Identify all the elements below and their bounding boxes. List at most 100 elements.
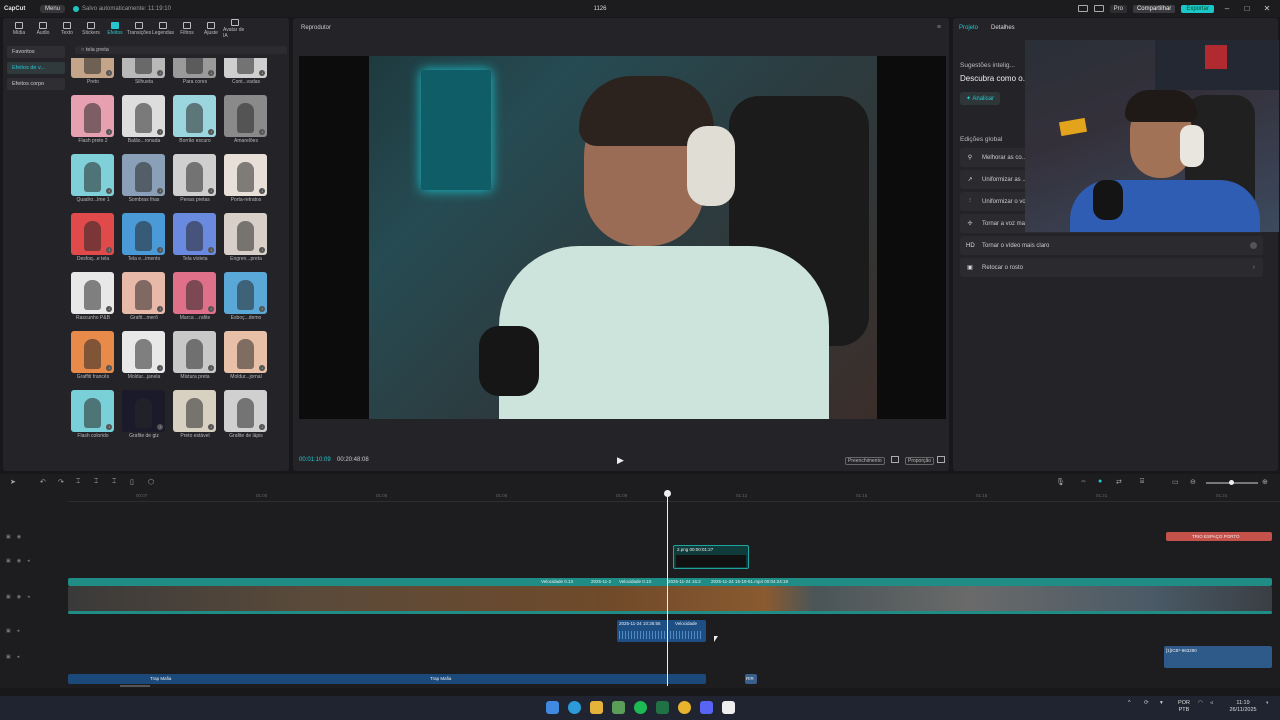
tool-tab-5[interactable]: Transições (127, 18, 151, 40)
tray-mic-icon[interactable]: ▾ (1160, 700, 1163, 707)
audio-icon[interactable]: ◂ (27, 558, 30, 564)
snap-icon[interactable]: ⇄ (1116, 478, 1122, 486)
tool-tab-3[interactable]: Stickers (79, 18, 103, 40)
effect-item[interactable]: ↓ Grafit...merô (122, 272, 166, 324)
timeline-scrollbar[interactable] (120, 685, 150, 687)
category-item[interactable]: Favoritos (7, 46, 65, 58)
download-icon[interactable]: ↓ (208, 247, 214, 253)
effect-item[interactable]: ↓ Tela e...imento (122, 213, 166, 265)
zoom-slider-knob[interactable] (1229, 480, 1234, 485)
share-button[interactable]: Compartilhar (1132, 4, 1176, 13)
shield-icon[interactable]: ⬡ (148, 478, 154, 486)
tab-details[interactable]: Detalhes (991, 25, 1015, 31)
download-icon[interactable]: ↓ (106, 247, 112, 253)
lock-icon[interactable]: ▣ (6, 654, 11, 660)
lock-icon[interactable]: ▣ (6, 534, 11, 540)
audio-icon[interactable]: ◂ (17, 654, 20, 660)
toggle-switch[interactable] (1250, 242, 1257, 249)
download-icon[interactable]: ↓ (208, 306, 214, 312)
effect-item[interactable]: ↓ Marca ...rafite (173, 272, 217, 324)
pro-button[interactable]: Pro (1109, 4, 1127, 13)
fill-button[interactable]: Preenchimento (845, 457, 885, 465)
effect-item[interactable]: ↓ Flash preto 2 (71, 95, 115, 147)
monitor-icon[interactable] (1093, 5, 1104, 12)
lock-icon[interactable]: ▣ (6, 628, 11, 634)
effect-item[interactable]: ↓ Silhueta (122, 58, 166, 88)
zoom-in-icon[interactable]: ⊕ (1262, 478, 1268, 486)
download-icon[interactable]: ↓ (259, 365, 265, 371)
track-controls-audio1[interactable]: ▣ ◂ (6, 628, 19, 634)
download-icon[interactable]: ↓ (106, 365, 112, 371)
effect-item[interactable]: ↓ Rascunho P&B (71, 272, 115, 324)
effect-item[interactable]: ↓ Amarelões (224, 95, 268, 147)
mic-record-icon[interactable]: 🎙 (1056, 478, 1065, 486)
effect-item[interactable]: ↓ Mistura preta (173, 331, 217, 383)
play-icon[interactable]: ▶ (617, 455, 624, 466)
layout-icon[interactable] (1077, 5, 1088, 12)
link-icon[interactable]: ⇔ (1080, 478, 1087, 485)
select-icon[interactable]: ➤ (10, 478, 16, 486)
effect-item[interactable]: ↓ Quadro...lme 1 (71, 154, 115, 206)
crop-icon[interactable] (891, 456, 899, 463)
download-icon[interactable]: ↓ (259, 188, 265, 194)
download-icon[interactable]: ↓ (259, 424, 265, 430)
preview-axis-icon[interactable]: ⌸ (1140, 478, 1144, 486)
effect-item[interactable]: ↓ Moldur...jornal (224, 331, 268, 383)
effect-item[interactable]: ↓ Cont...vadas (224, 58, 268, 88)
effect-item[interactable]: ↓ Graffiti francês (71, 331, 115, 383)
download-icon[interactable]: ↓ (208, 365, 214, 371)
download-icon[interactable]: ↓ (157, 247, 163, 253)
track-controls-audio2[interactable]: ▣ ◂ (6, 654, 19, 660)
audio-clip[interactable]: 2025-11-24 10:36:55 Velocidade (617, 620, 706, 642)
magnet-icon[interactable]: ● (1098, 478, 1102, 485)
effect-item[interactable]: ↓ Porta-retratos (224, 154, 268, 206)
wifi-icon[interactable]: ◠ (1198, 700, 1203, 707)
zoom-out-icon[interactable]: ⊖ (1190, 478, 1196, 486)
menu-button[interactable]: Menu (40, 4, 66, 13)
maximize-icon[interactable]: □ (1240, 4, 1254, 13)
effect-item[interactable]: ↓ Flash colorido (71, 390, 115, 442)
eye-icon[interactable]: ◉ (17, 594, 21, 600)
export-button[interactable]: Exportar (1181, 4, 1214, 13)
effect-item[interactable]: ↓ Esboç...demo (224, 272, 268, 324)
effect-item[interactable]: ↓ Tela violeta (173, 213, 217, 265)
category-item[interactable]: Efeitos corpo (7, 78, 65, 90)
file-explorer-icon[interactable] (590, 701, 603, 714)
time-ruler[interactable]: 00:07 01:00 01:05 01:06 01:09 01:12 01:15 01:18… (68, 492, 1280, 502)
category-item[interactable]: Efeitos de v... (7, 62, 65, 74)
audio-icon[interactable]: ◂ (17, 628, 20, 634)
caption-icon[interactable]: ▭ (1172, 478, 1179, 486)
tab-project[interactable]: Projeto (959, 25, 978, 31)
effect-item[interactable]: ↓ Penas pretas (173, 154, 217, 206)
split-icon[interactable]: ⌶ (76, 478, 80, 486)
effect-item[interactable]: ↓ Preto (71, 58, 115, 88)
edge-icon[interactable] (568, 701, 581, 714)
windows-start-icon[interactable] (546, 701, 559, 714)
discord-icon[interactable] (700, 701, 713, 714)
download-icon[interactable]: ↓ (157, 188, 163, 194)
effect-item[interactable]: ↓ Borrão escuro (173, 95, 217, 147)
download-icon[interactable]: ↓ (208, 129, 214, 135)
download-icon[interactable]: ↓ (208, 70, 214, 76)
global-edit-item[interactable]: HD Tornar o vídeo mais claro (960, 236, 1263, 255)
redo-icon[interactable]: ↷ (58, 478, 64, 486)
playhead[interactable] (667, 490, 668, 686)
tool-tab-6[interactable]: Legendas (151, 18, 175, 40)
lock-icon[interactable]: ▣ (6, 558, 11, 564)
effect-item[interactable]: ↓ Engren...preta (224, 213, 268, 265)
small-clip[interactable]: R!R (745, 674, 757, 684)
chevron-right-icon[interactable]: › (1253, 264, 1255, 271)
tool-tab-0[interactable]: Mídia (7, 18, 31, 40)
undo-icon[interactable]: ↶ (40, 478, 46, 486)
clock[interactable]: 11:19 26/11/2025 (1226, 700, 1260, 714)
download-icon[interactable]: ↓ (259, 306, 265, 312)
tool-tab-1[interactable]: Áudio (31, 18, 55, 40)
analyze-button[interactable]: ✦ Analisar (960, 92, 1001, 105)
player-menu-icon[interactable]: ≡ (937, 24, 941, 31)
split-left-icon[interactable]: ⌶ (94, 478, 98, 486)
tool-tab-8[interactable]: Ajuste (199, 18, 223, 40)
main-video-clip[interactable] (68, 586, 1272, 612)
download-icon[interactable]: ↓ (259, 129, 265, 135)
effect-item[interactable]: ↓ Balão...ronada (122, 95, 166, 147)
title-clip[interactable]: TRIO ESPAÇO PORTO (1166, 532, 1272, 541)
